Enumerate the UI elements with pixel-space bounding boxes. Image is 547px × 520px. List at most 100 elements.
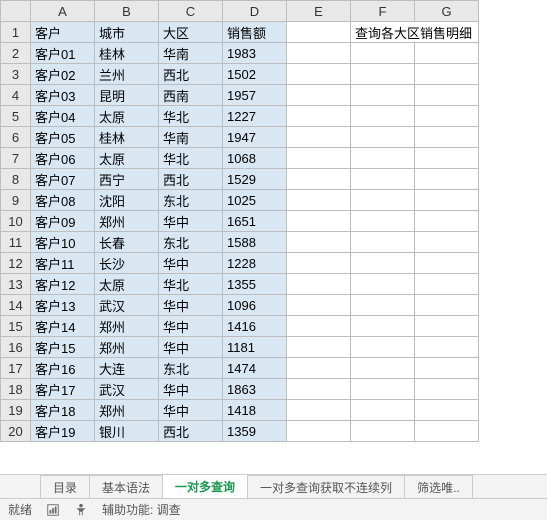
cell[interactable] — [351, 169, 415, 190]
workbook-stats-icon[interactable] — [46, 503, 60, 517]
spreadsheet-grid[interactable]: A B C D E F G 1客户城市大区销售额查询各大区销售明细2客户01桂林… — [0, 0, 479, 442]
cell[interactable]: 武汉 — [95, 379, 159, 400]
cell[interactable] — [287, 43, 351, 64]
cell[interactable]: 1474 — [223, 358, 287, 379]
cell[interactable]: 1355 — [223, 274, 287, 295]
row-header[interactable]: 11 — [1, 232, 31, 253]
cell[interactable]: 1227 — [223, 106, 287, 127]
cell[interactable] — [415, 421, 479, 442]
cell[interactable] — [287, 421, 351, 442]
cell[interactable]: 1863 — [223, 379, 287, 400]
cell[interactable]: 1359 — [223, 421, 287, 442]
cell[interactable]: 客户18 — [31, 400, 95, 421]
cell[interactable]: 桂林 — [95, 127, 159, 148]
cell[interactable] — [287, 211, 351, 232]
cell[interactable]: 兰州 — [95, 64, 159, 85]
cell[interactable]: 客户05 — [31, 127, 95, 148]
row-header[interactable]: 8 — [1, 169, 31, 190]
cell[interactable] — [351, 127, 415, 148]
cell[interactable]: 1529 — [223, 169, 287, 190]
cell[interactable]: 1181 — [223, 337, 287, 358]
cell[interactable] — [287, 295, 351, 316]
cell[interactable] — [415, 148, 479, 169]
row-header[interactable]: 13 — [1, 274, 31, 295]
cell[interactable]: 长沙 — [95, 253, 159, 274]
cell[interactable]: 客户04 — [31, 106, 95, 127]
cell[interactable]: 1983 — [223, 43, 287, 64]
cell[interactable] — [287, 400, 351, 421]
cell[interactable]: 桂林 — [95, 43, 159, 64]
cell[interactable] — [351, 232, 415, 253]
sheet-tab[interactable]: 基本语法 — [89, 475, 163, 499]
col-header-g[interactable]: G — [415, 1, 479, 22]
cell[interactable]: 客户11 — [31, 253, 95, 274]
cell[interactable]: 客户09 — [31, 211, 95, 232]
cell[interactable] — [287, 274, 351, 295]
cell[interactable]: 太原 — [95, 106, 159, 127]
cell[interactable]: 沈阳 — [95, 190, 159, 211]
cell[interactable]: 华南 — [159, 43, 223, 64]
col-header-d[interactable]: D — [223, 1, 287, 22]
cell[interactable]: 华北 — [159, 148, 223, 169]
cell[interactable] — [287, 190, 351, 211]
cell[interactable]: 华北 — [159, 274, 223, 295]
sheet-tab[interactable]: 目录 — [40, 475, 90, 499]
cell[interactable]: 客户15 — [31, 337, 95, 358]
cell[interactable]: 1651 — [223, 211, 287, 232]
cell[interactable]: 太原 — [95, 148, 159, 169]
row-header[interactable]: 3 — [1, 64, 31, 85]
row-header[interactable]: 16 — [1, 337, 31, 358]
cell[interactable]: 大区 — [159, 22, 223, 43]
cell[interactable]: 武汉 — [95, 295, 159, 316]
cell[interactable] — [351, 400, 415, 421]
cell[interactable]: 银川 — [95, 421, 159, 442]
cell[interactable] — [415, 169, 479, 190]
cell[interactable] — [415, 127, 479, 148]
cell[interactable]: 郑州 — [95, 211, 159, 232]
cell[interactable]: 华中 — [159, 316, 223, 337]
cell[interactable] — [287, 253, 351, 274]
cell[interactable] — [415, 337, 479, 358]
row-header[interactable]: 15 — [1, 316, 31, 337]
cell[interactable] — [351, 358, 415, 379]
cell[interactable] — [415, 295, 479, 316]
cell[interactable] — [287, 64, 351, 85]
col-header-e[interactable]: E — [287, 1, 351, 22]
cell[interactable] — [415, 274, 479, 295]
cell[interactable] — [415, 190, 479, 211]
cell[interactable] — [287, 127, 351, 148]
cell[interactable] — [287, 148, 351, 169]
cell[interactable] — [415, 379, 479, 400]
cell[interactable] — [415, 106, 479, 127]
cell[interactable] — [351, 274, 415, 295]
cell[interactable]: 客户19 — [31, 421, 95, 442]
cell[interactable] — [287, 106, 351, 127]
cell[interactable]: 1096 — [223, 295, 287, 316]
cell[interactable]: 客户16 — [31, 358, 95, 379]
cell[interactable] — [415, 316, 479, 337]
cell[interactable]: 郑州 — [95, 400, 159, 421]
cell[interactable] — [351, 379, 415, 400]
row-header[interactable]: 6 — [1, 127, 31, 148]
cell[interactable] — [351, 253, 415, 274]
cell[interactable]: 1588 — [223, 232, 287, 253]
cell[interactable]: 西南 — [159, 85, 223, 106]
cell[interactable] — [351, 211, 415, 232]
cell[interactable]: 西北 — [159, 64, 223, 85]
cell[interactable]: 客户17 — [31, 379, 95, 400]
cell[interactable] — [351, 43, 415, 64]
cell[interactable] — [351, 85, 415, 106]
cell[interactable]: 长春 — [95, 232, 159, 253]
cell[interactable]: 客户03 — [31, 85, 95, 106]
cell[interactable]: 大连 — [95, 358, 159, 379]
cell[interactable]: 城市 — [95, 22, 159, 43]
row-header[interactable]: 1 — [1, 22, 31, 43]
row-header[interactable]: 18 — [1, 379, 31, 400]
cell[interactable] — [351, 64, 415, 85]
cell[interactable]: 昆明 — [95, 85, 159, 106]
col-header-c[interactable]: C — [159, 1, 223, 22]
cell[interactable]: 1502 — [223, 64, 287, 85]
note-cell[interactable]: 查询各大区销售明细 — [351, 22, 479, 43]
cell[interactable]: 1228 — [223, 253, 287, 274]
row-header[interactable]: 2 — [1, 43, 31, 64]
